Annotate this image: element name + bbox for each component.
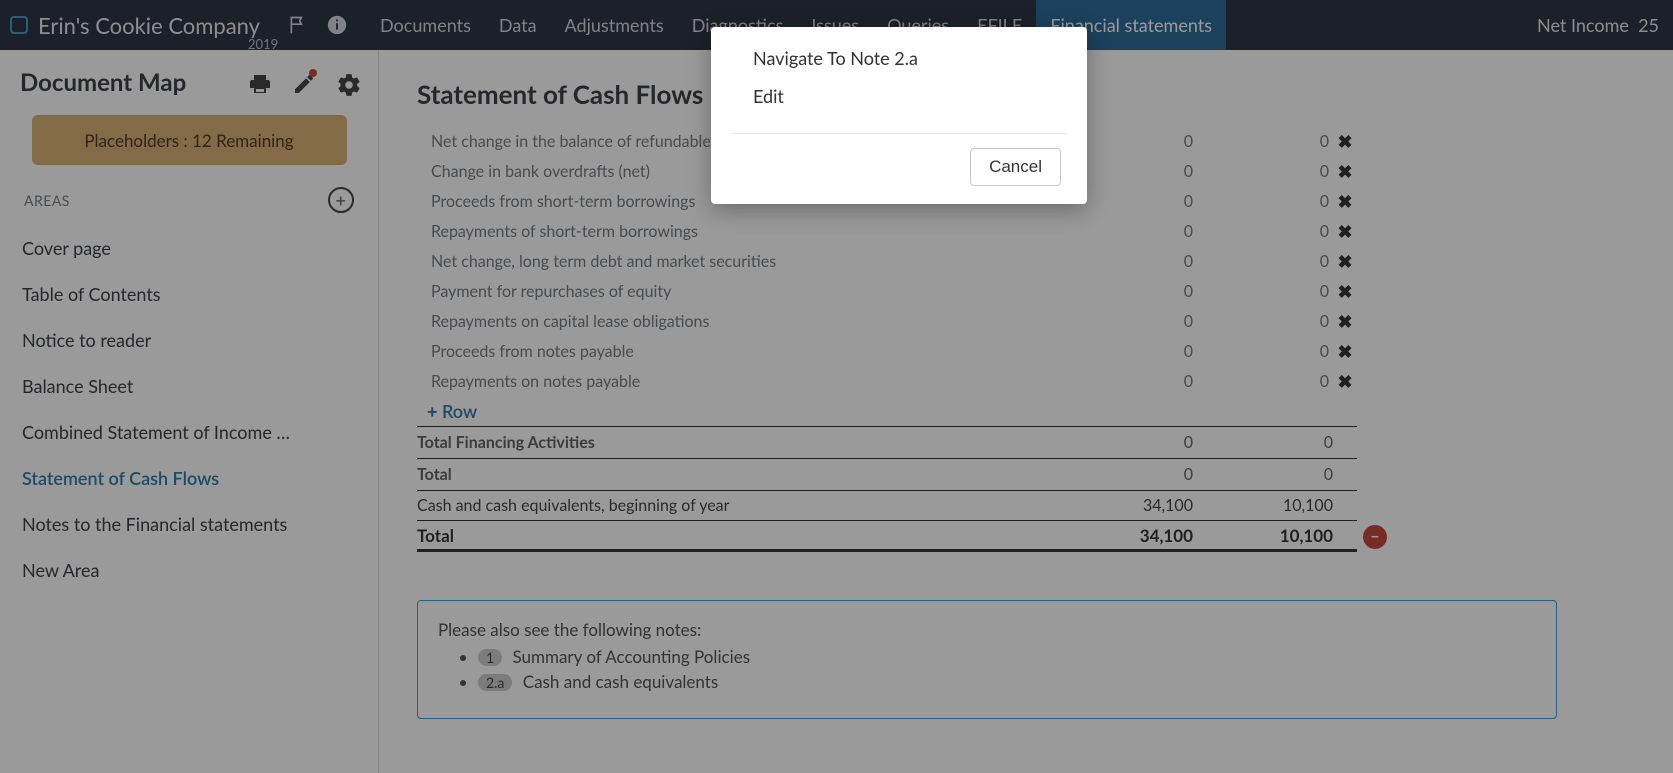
cancel-button[interactable]: Cancel (970, 148, 1061, 186)
menu-edit[interactable]: Edit (711, 79, 1087, 125)
menu-navigate-to-note[interactable]: Navigate To Note 2.a (711, 27, 1087, 79)
note-context-menu: Navigate To Note 2.a Edit Cancel (711, 27, 1087, 204)
